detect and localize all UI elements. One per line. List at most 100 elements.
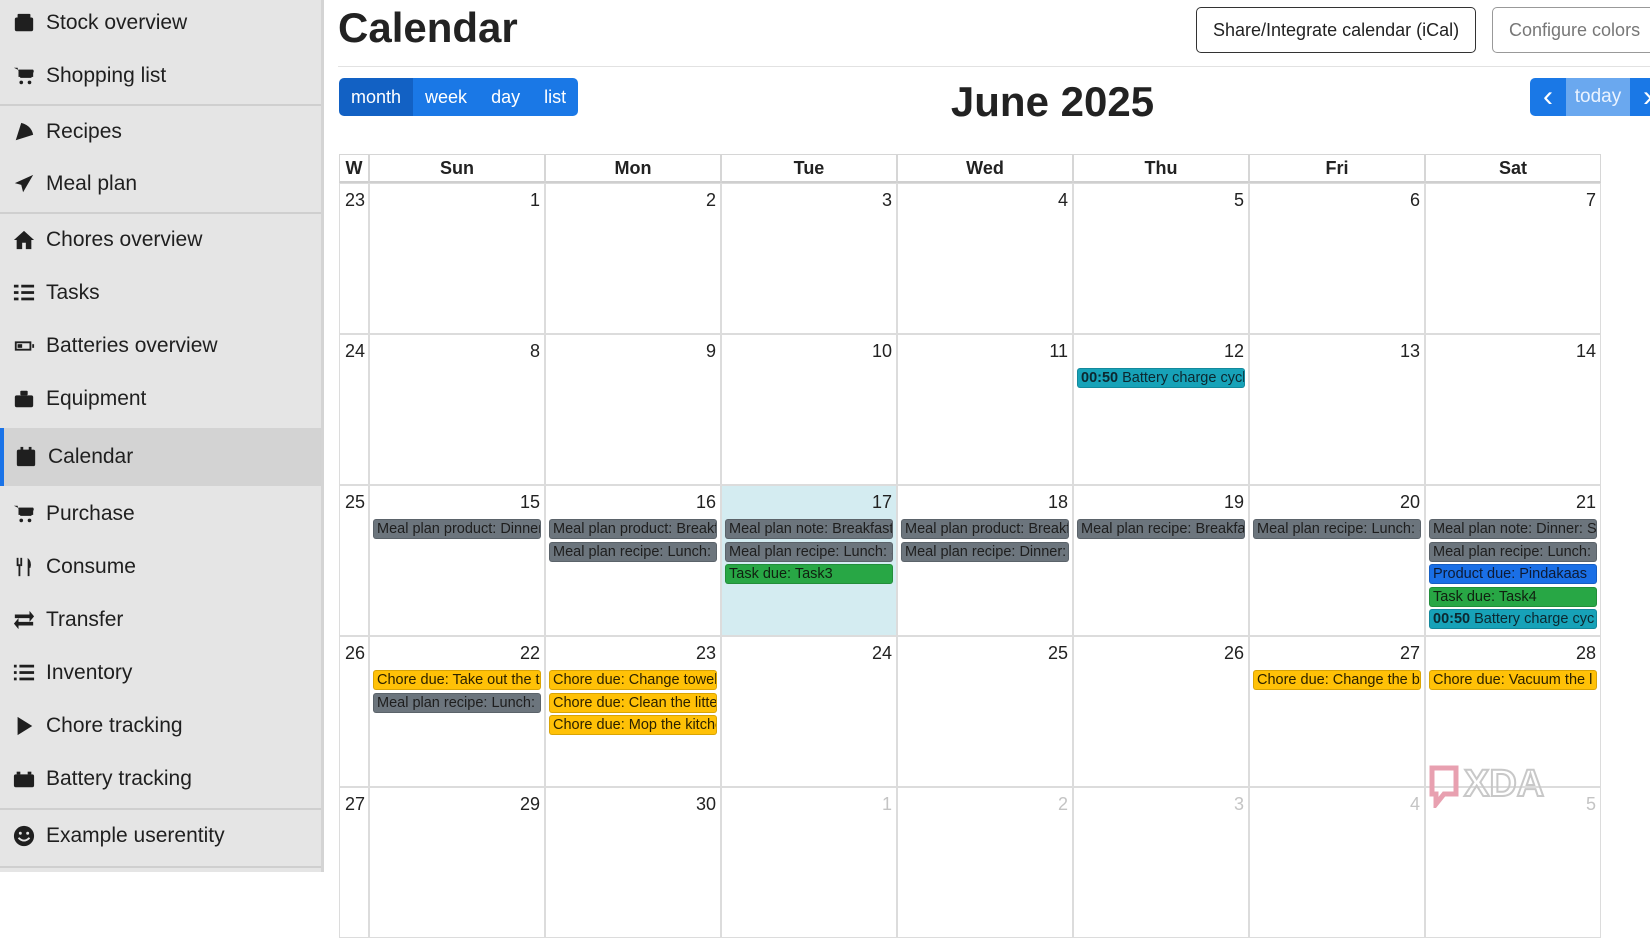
day-cell[interactable]: 12 00:50 Battery charge cycl xyxy=(1073,334,1249,485)
calendar-event[interactable]: Meal plan note: Breakfast xyxy=(725,519,893,539)
day-number[interactable]: 2 xyxy=(1058,794,1068,815)
calendar-event[interactable]: Task due: Task3 xyxy=(725,564,893,584)
day-cell[interactable]: 5 xyxy=(1073,183,1249,334)
sidebar-item-batteries-overview[interactable]: Batteries overview xyxy=(0,320,321,372)
day-cell[interactable]: 16 Meal plan product: Breakf Meal plan rec… xyxy=(545,485,721,636)
day-number[interactable]: 18 xyxy=(1048,492,1068,513)
calendar-event[interactable]: Meal plan recipe: Lunch: F xyxy=(549,541,717,562)
sidebar-item-meal-plan[interactable]: Meal plan xyxy=(0,158,321,210)
day-number[interactable]: 27 xyxy=(1400,643,1420,664)
day-number[interactable]: 22 xyxy=(520,643,540,664)
day-number[interactable]: 2 xyxy=(706,190,716,211)
sidebar-item-chores-overview[interactable]: Chores overview xyxy=(0,214,321,266)
sidebar-item-chore-tracking[interactable]: Chore tracking xyxy=(0,700,321,752)
day-cell[interactable]: 9 xyxy=(545,334,721,485)
week-number[interactable]: 23 xyxy=(345,190,365,211)
calendar-event[interactable]: Chore due: Change towels xyxy=(549,670,717,690)
day-number[interactable]: 11 xyxy=(1049,341,1068,362)
calendar-event[interactable]: Task due: Task4 xyxy=(1429,586,1597,607)
day-cell[interactable]: 25 xyxy=(897,636,1073,787)
week-number[interactable]: 25 xyxy=(345,492,365,513)
day-number[interactable]: 3 xyxy=(1234,794,1244,815)
day-number[interactable]: 7 xyxy=(1586,190,1596,211)
sidebar-item-calendar[interactable]: Calendar xyxy=(0,428,321,486)
calendar-event[interactable]: Meal plan recipe: Lunch: S xyxy=(1253,519,1421,539)
day-number[interactable]: 30 xyxy=(696,794,716,815)
day-cell[interactable]: 18 Meal plan product: Breakf Meal plan rec… xyxy=(897,485,1073,636)
day-cell[interactable]: 1 xyxy=(721,787,897,938)
week-number[interactable]: 24 xyxy=(345,341,365,362)
calendar-event[interactable]: Product due: Pindakaas xyxy=(1429,564,1597,584)
calendar-event[interactable]: Meal plan recipe: Dinner: S xyxy=(901,541,1069,562)
day-number[interactable]: 1 xyxy=(530,190,540,211)
sidebar-item-tasks[interactable]: Tasks xyxy=(0,267,321,319)
day-cell[interactable]: 1 xyxy=(369,183,545,334)
sidebar-item-equipment[interactable]: Equipment xyxy=(0,373,321,425)
calendar-event[interactable]: 00:50 Battery charge cycl xyxy=(1077,368,1245,388)
calendar-event[interactable]: Chore due: Mop the kitche xyxy=(549,715,717,735)
day-cell[interactable]: 2 xyxy=(897,787,1073,938)
calendar-event[interactable]: 00:50 Battery charge cyc xyxy=(1429,609,1597,629)
day-cell[interactable]: 24 xyxy=(721,636,897,787)
day-number[interactable]: 6 xyxy=(1410,190,1420,211)
calendar-event[interactable]: Chore due: Change the be xyxy=(1253,670,1421,690)
day-cell[interactable]: 29 xyxy=(369,787,545,938)
day-cell[interactable]: 23 Chore due: Change towels Chore due: Cle… xyxy=(545,636,721,787)
sidebar-item-consume[interactable]: Consume xyxy=(0,541,321,593)
day-cell[interactable]: 15 Meal plan product: Dinner xyxy=(369,485,545,636)
day-number[interactable]: 26 xyxy=(1224,643,1244,664)
day-number[interactable]: 4 xyxy=(1058,190,1068,211)
day-cell[interactable]: 11 xyxy=(897,334,1073,485)
day-cell[interactable]: 10 xyxy=(721,334,897,485)
day-cell[interactable]: 22 Chore due: Take out the tr Meal plan re… xyxy=(369,636,545,787)
day-number[interactable]: 20 xyxy=(1400,492,1420,513)
today-button[interactable]: today xyxy=(1566,78,1630,116)
day-number[interactable]: 23 xyxy=(696,643,716,664)
day-number[interactable]: 16 xyxy=(696,492,716,513)
day-cell[interactable]: 20 Meal plan recipe: Lunch: S xyxy=(1249,485,1425,636)
sidebar-item-example-userentity[interactable]: Example userentity xyxy=(0,810,321,862)
day-number[interactable]: 8 xyxy=(530,341,540,362)
day-number[interactable]: 5 xyxy=(1586,794,1596,815)
day-number[interactable]: 4 xyxy=(1410,794,1420,815)
day-cell[interactable]: 8 xyxy=(369,334,545,485)
day-number[interactable]: 15 xyxy=(520,492,540,513)
day-number[interactable]: 29 xyxy=(520,794,540,815)
configure-colors-button[interactable]: Configure colors xyxy=(1492,7,1650,53)
day-number[interactable]: 5 xyxy=(1234,190,1244,211)
day-number[interactable]: 13 xyxy=(1400,341,1420,362)
calendar-event[interactable]: Meal plan product: Breakf xyxy=(901,519,1069,539)
day-number[interactable]: 21 xyxy=(1576,492,1596,513)
calendar-event[interactable]: Meal plan note: Dinner: S xyxy=(1429,519,1597,539)
sidebar-item-transfer[interactable]: Transfer xyxy=(0,594,321,646)
day-number[interactable]: 14 xyxy=(1576,341,1596,362)
day-cell[interactable]: 30 xyxy=(545,787,721,938)
day-number[interactable]: 12 xyxy=(1224,341,1244,362)
day-cell[interactable]: 4 xyxy=(1249,787,1425,938)
next-button[interactable]: › xyxy=(1630,78,1650,116)
calendar-event[interactable]: Meal plan recipe: Lunch: F xyxy=(373,692,541,713)
day-number[interactable]: 19 xyxy=(1224,492,1244,513)
day-number[interactable]: 3 xyxy=(882,190,892,211)
day-cell[interactable]: 26 xyxy=(1073,636,1249,787)
calendar-event[interactable]: Chore due: Clean the litter xyxy=(549,692,717,713)
calendar-event[interactable]: Meal plan product: Dinner xyxy=(373,519,541,539)
sidebar-item-purchase[interactable]: Purchase xyxy=(0,488,321,540)
day-number[interactable]: 17 xyxy=(872,492,892,513)
day-cell[interactable]: 21 Meal plan note: Dinner: S Meal plan rec… xyxy=(1425,485,1601,636)
prev-button[interactable]: ‹ xyxy=(1530,78,1566,116)
sidebar-item-stock-overview[interactable]: Stock overview xyxy=(0,0,321,49)
day-number[interactable]: 24 xyxy=(872,643,892,664)
day-cell[interactable]: 3 xyxy=(721,183,897,334)
week-number[interactable]: 27 xyxy=(345,794,365,815)
share-calendar-button[interactable]: Share/Integrate calendar (iCal) xyxy=(1196,7,1477,53)
week-number[interactable]: 26 xyxy=(345,643,365,664)
day-cell[interactable]: 2 xyxy=(545,183,721,334)
calendar-event[interactable]: Meal plan product: Breakf xyxy=(549,519,717,539)
sidebar-item-battery-tracking[interactable]: Battery tracking xyxy=(0,753,321,805)
day-number[interactable]: 1 xyxy=(882,794,892,815)
day-number[interactable]: 25 xyxy=(1048,643,1068,664)
calendar-event[interactable]: Meal plan recipe: Lunch: xyxy=(1429,541,1597,562)
day-number[interactable]: 10 xyxy=(872,341,892,362)
sidebar-item-inventory[interactable]: Inventory xyxy=(0,647,321,699)
